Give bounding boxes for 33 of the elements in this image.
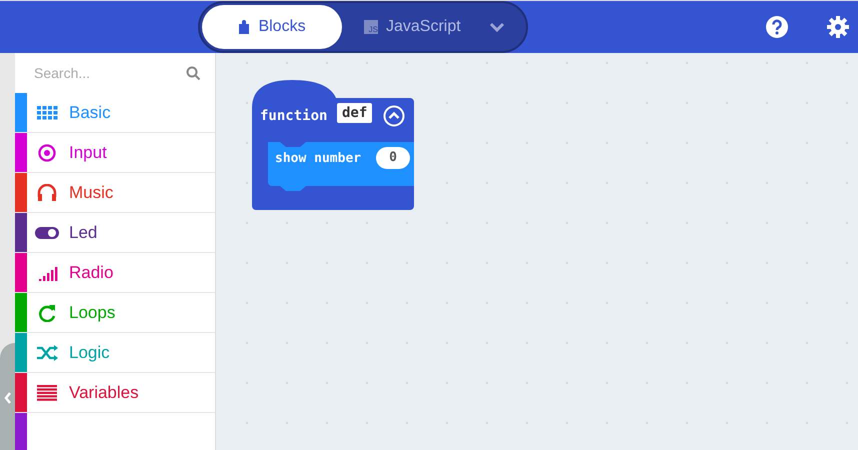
editor-tab[interactable]: JS JavaScript: [342, 5, 483, 49]
grid-icon: [35, 104, 59, 122]
chevron-down-icon[interactable]: [488, 22, 505, 32]
block-keyword: function: [260, 108, 328, 124]
category-item[interactable]: Input: [15, 133, 215, 173]
shuffle-icon: [35, 344, 59, 362]
category-item[interactable]: Music: [15, 173, 215, 213]
category-item[interactable]: Radio: [15, 253, 215, 293]
editor-tab[interactable]: Blocks: [202, 5, 342, 49]
category-label: Input: [69, 142, 107, 162]
category-item[interactable]: Loops: [15, 293, 215, 333]
category-label: Music: [69, 182, 114, 202]
search-icon: [186, 66, 201, 80]
category-item[interactable]: Basic: [15, 93, 215, 133]
category-label: Radio: [69, 262, 114, 282]
block-label: show number: [275, 151, 362, 166]
category-label: Led: [69, 222, 98, 242]
chevron-up-icon[interactable]: [383, 105, 405, 127]
category-item[interactable]: Variables: [15, 373, 215, 413]
category-item[interactable]: Logic: [15, 333, 215, 373]
category-label: Loops: [69, 302, 116, 322]
function-name-field[interactable]: def: [337, 103, 372, 123]
chevron-left-icon: [4, 392, 12, 404]
category-item[interactable]: Led: [15, 213, 215, 253]
help-icon[interactable]: [766, 16, 788, 38]
puzzle-icon: [238, 20, 250, 34]
settings-icon[interactable]: [827, 16, 849, 38]
category-label: Variables: [69, 382, 139, 402]
headphones-icon: [35, 184, 59, 202]
list-icon: [35, 384, 59, 402]
js-icon: JS: [364, 20, 378, 34]
category-label: Logic: [69, 342, 110, 362]
category-label: Basic: [69, 102, 111, 122]
